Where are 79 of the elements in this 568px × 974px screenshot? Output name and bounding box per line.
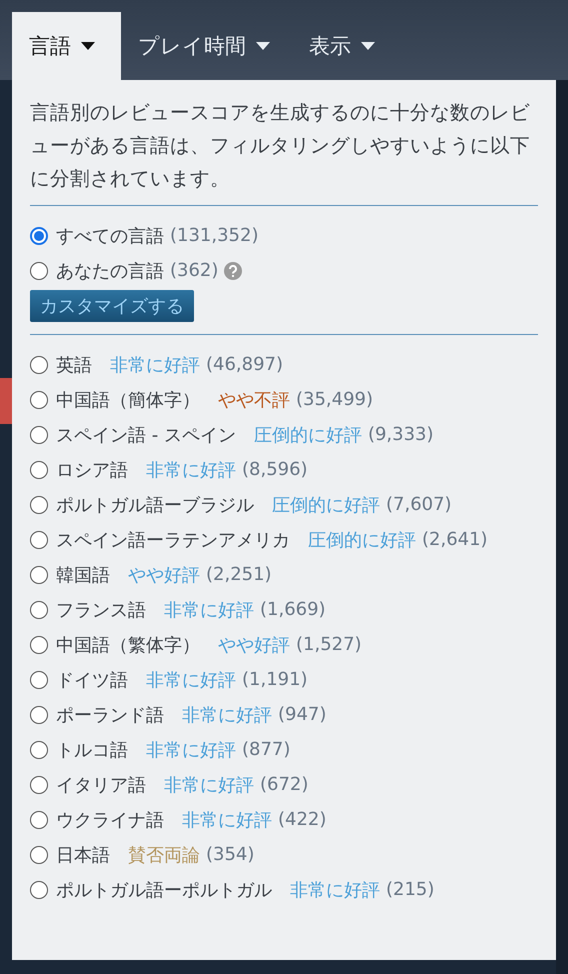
- rating-label: 非常に好評: [182, 704, 272, 726]
- rating-label: 非常に好評: [182, 808, 272, 832]
- caret-icon: [361, 42, 375, 50]
- language-label: スペイン語ーラテンアメリカ: [56, 528, 290, 552]
- language-label: ポルトガル語ーブラジル: [56, 494, 254, 516]
- language-label: 韓国語: [56, 564, 110, 586]
- caret-icon: [256, 42, 270, 50]
- review-count: (1,669): [260, 599, 326, 620]
- radio-button[interactable]: [30, 636, 48, 654]
- customize-button[interactable]: カスタマイズする: [30, 290, 194, 322]
- language-label: トルコ語: [56, 738, 128, 762]
- review-count: (1,527): [296, 634, 362, 655]
- radio-button[interactable]: [30, 496, 48, 514]
- rating-label: 賛否両論: [128, 844, 200, 866]
- radio-button[interactable]: [30, 460, 48, 478]
- radio-button[interactable]: [30, 226, 48, 244]
- filter-tab[interactable]: プレイ時間: [121, 12, 292, 80]
- review-count: (2,641): [422, 529, 488, 550]
- review-count: (947): [278, 704, 326, 725]
- language-label: ウクライナ語: [56, 808, 164, 832]
- radio-button[interactable]: [30, 846, 48, 864]
- review-count: (46,897): [206, 354, 284, 375]
- rating-label: やや好評: [218, 634, 290, 656]
- language-label: イタリア語: [56, 774, 146, 796]
- review-count: (354): [206, 844, 254, 865]
- rating-label: 非常に好評: [146, 458, 236, 482]
- review-count: (2,251): [206, 564, 272, 585]
- rating-label: 非常に好評: [146, 668, 236, 692]
- radio-button[interactable]: [30, 390, 48, 408]
- language-label: ポーランド語: [56, 704, 164, 726]
- rating-label: やや好評: [128, 564, 200, 586]
- review-count: (131,352): [170, 225, 258, 246]
- radio-button[interactable]: [30, 880, 48, 898]
- review-count: (9,333): [368, 424, 434, 445]
- language-label: すべての言語: [56, 224, 164, 248]
- radio-button[interactable]: [30, 706, 48, 724]
- filter-tab[interactable]: 表示: [292, 12, 397, 80]
- language-label: あなたの言語: [56, 260, 164, 282]
- rating-label: 圧倒的に好評: [254, 424, 362, 446]
- language-label: 日本語: [56, 844, 110, 866]
- radio-button[interactable]: [30, 670, 48, 688]
- rating-label: 非常に好評: [164, 598, 254, 622]
- review-count: (7,607): [386, 494, 452, 515]
- radio-button[interactable]: [30, 426, 48, 444]
- review-count: (8,596): [242, 459, 308, 480]
- language-label: ロシア語: [56, 458, 128, 482]
- rating-label: 非常に好評: [164, 774, 254, 796]
- rating-label: 圧倒的に好評: [308, 528, 416, 552]
- radio-button[interactable]: [30, 776, 48, 794]
- language-label: ポルトガル語ーポルトガル: [56, 878, 272, 902]
- caret-icon: [81, 42, 95, 50]
- rating-label: 非常に好評: [146, 738, 236, 762]
- language-label: フランス語: [56, 598, 146, 622]
- radio-button[interactable]: [30, 356, 48, 374]
- language-label: 中国語（簡体字）: [56, 388, 200, 412]
- review-count: (422): [278, 809, 326, 830]
- review-count: (672): [260, 774, 308, 795]
- radio-button[interactable]: [30, 262, 48, 280]
- review-count: (1,191): [242, 669, 308, 690]
- review-count: (362): [170, 260, 218, 281]
- rating-label: 圧倒的に好評: [272, 494, 380, 516]
- radio-button[interactable]: [30, 600, 48, 618]
- filter-tab[interactable]: 言語: [12, 12, 121, 80]
- rating-label: 非常に好評: [290, 878, 380, 902]
- radio-button[interactable]: [30, 810, 48, 828]
- language-label: 英語: [56, 354, 92, 376]
- language-label: ドイツ語: [56, 668, 128, 692]
- radio-button[interactable]: [30, 740, 48, 758]
- language-label: 中国語（繁体字）: [56, 634, 200, 656]
- radio-button[interactable]: [30, 566, 48, 584]
- review-count: (215): [386, 879, 434, 900]
- help-icon[interactable]: [224, 262, 242, 280]
- radio-button[interactable]: [30, 530, 48, 548]
- description-text: 言語別のレビュースコアを生成するのに十分な数のレビューがある言語は、フィルタリングしやすいように以下に分割されています。: [30, 100, 531, 192]
- rating-label: 非常に好評: [110, 354, 200, 376]
- language-label: スペイン語 - スペイン: [56, 424, 236, 446]
- review-count: (35,499): [296, 389, 374, 410]
- review-count: (877): [242, 739, 290, 760]
- rating-label: やや不評: [218, 388, 290, 412]
